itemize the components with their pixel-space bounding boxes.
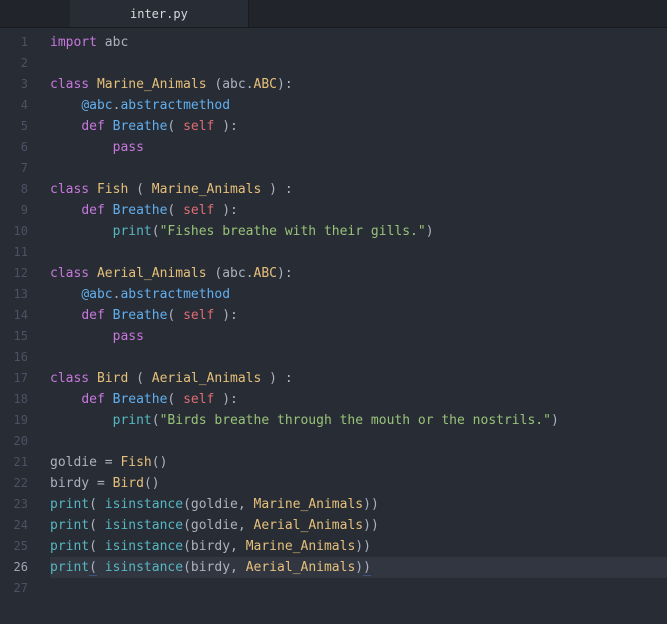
editor: 1234567891011121314151617181920212223242… — [0, 28, 667, 624]
builtin-print: print — [113, 224, 152, 239]
code-line[interactable]: def Breathe( self ): — [50, 305, 667, 326]
line-number: 21 — [0, 452, 38, 473]
code-line[interactable] — [50, 242, 667, 263]
tab-active[interactable]: inter.py — [70, 0, 249, 27]
line-number: 17 — [0, 368, 38, 389]
tab-bar-spacer — [0, 0, 70, 27]
line-number: 7 — [0, 158, 38, 179]
line-number: 16 — [0, 347, 38, 368]
line-number: 1 — [0, 32, 38, 53]
code-line[interactable] — [50, 158, 667, 179]
identifier: birdy — [50, 476, 89, 491]
line-number: 13 — [0, 284, 38, 305]
line-number: 6 — [0, 137, 38, 158]
code-line[interactable]: @abc.abstractmethod — [50, 284, 667, 305]
line-number: 23 — [0, 494, 38, 515]
line-number: 8 — [0, 179, 38, 200]
class-name: Aerial_Animals — [97, 266, 207, 281]
line-number: 11 — [0, 242, 38, 263]
code-line[interactable] — [50, 53, 667, 74]
tab-bar: inter.py — [0, 0, 667, 28]
keyword-import: import — [50, 35, 97, 50]
line-number: 5 — [0, 116, 38, 137]
string-literal: "Birds breathe through the mouth or the … — [160, 413, 551, 428]
class-name: Bird — [97, 371, 128, 386]
code-line[interactable]: class Marine_Animals (abc.ABC): — [50, 74, 667, 95]
decorator-at: @ — [81, 98, 89, 113]
code-line[interactable] — [50, 431, 667, 452]
line-number: 19 — [0, 410, 38, 431]
line-number: 25 — [0, 536, 38, 557]
code-line[interactable] — [50, 578, 667, 599]
code-line[interactable]: pass — [50, 326, 667, 347]
line-number: 12 — [0, 263, 38, 284]
code-line[interactable]: @abc.abstractmethod — [50, 95, 667, 116]
code-line[interactable]: class Aerial_Animals (abc.ABC): — [50, 263, 667, 284]
method-name: Breathe — [113, 119, 168, 134]
code-line[interactable]: class Fish ( Marine_Animals ) : — [50, 179, 667, 200]
code-line[interactable]: pass — [50, 137, 667, 158]
code-line[interactable]: print( isinstance(goldie, Marine_Animals… — [50, 494, 667, 515]
string-literal: "Fishes breathe with their gills." — [160, 224, 426, 239]
line-number: 3 — [0, 74, 38, 95]
line-number: 22 — [0, 473, 38, 494]
line-number: 4 — [0, 95, 38, 116]
class-name: Fish — [97, 182, 128, 197]
line-number: 18 — [0, 389, 38, 410]
code-line[interactable]: birdy = Bird() — [50, 473, 667, 494]
code-line[interactable]: import abc — [50, 32, 667, 53]
code-line[interactable]: print("Birds breathe through the mouth o… — [50, 410, 667, 431]
line-number: 24 — [0, 515, 38, 536]
line-number: 9 — [0, 200, 38, 221]
code-line[interactable]: def Breathe( self ): — [50, 116, 667, 137]
line-number: 20 — [0, 431, 38, 452]
code-line[interactable]: print("Fishes breathe with their gills."… — [50, 221, 667, 242]
code-line-active[interactable]: print( isinstance(birdy, Aerial_Animals)… — [50, 557, 667, 578]
code-line[interactable]: print( isinstance(birdy, Marine_Animals)… — [50, 536, 667, 557]
line-number: 26 — [0, 557, 38, 578]
code-line[interactable]: class Bird ( Aerial_Animals ) : — [50, 368, 667, 389]
tab-filename: inter.py — [130, 7, 188, 21]
line-number: 14 — [0, 305, 38, 326]
line-number: 27 — [0, 578, 38, 599]
code-line[interactable]: print( isinstance(goldie, Aerial_Animals… — [50, 515, 667, 536]
line-number: 2 — [0, 53, 38, 74]
code-line[interactable]: def Breathe( self ): — [50, 389, 667, 410]
line-number: 10 — [0, 221, 38, 242]
line-number: 15 — [0, 326, 38, 347]
identifier: goldie — [50, 455, 97, 470]
module-abc: abc — [105, 35, 128, 50]
class-name: Marine_Animals — [97, 77, 207, 92]
code-line[interactable]: def Breathe( self ): — [50, 200, 667, 221]
code-area[interactable]: import abc class Marine_Animals (abc.ABC… — [38, 28, 667, 624]
code-line[interactable]: goldie = Fish() — [50, 452, 667, 473]
gutter: 1234567891011121314151617181920212223242… — [0, 28, 38, 624]
code-line[interactable] — [50, 347, 667, 368]
